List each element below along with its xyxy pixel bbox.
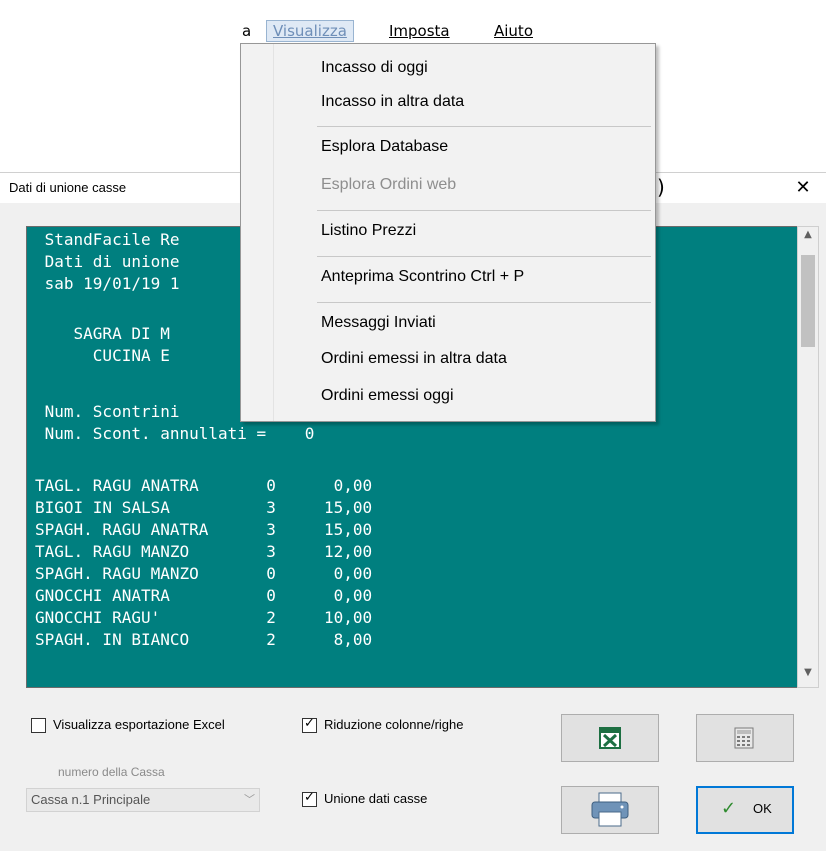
menu-item-ordini-oggi[interactable]: Ordini emessi oggi <box>321 387 454 405</box>
riduzione-checkbox[interactable]: ✓ <box>302 716 317 733</box>
riduzione-label: Riduzione colonne/righe <box>324 717 464 732</box>
excel-icon <box>599 727 621 749</box>
menu-item-messaggi-inviati[interactable]: Messaggi Inviati <box>321 314 436 332</box>
visualizza-dropdown: Incasso di oggi Incasso in altra data Es… <box>240 43 656 422</box>
report-line: StandFacile Re <box>35 230 180 249</box>
menu-visualizza-label: Visualizza <box>273 22 347 40</box>
report-line: sab 19/01/19 1 <box>35 274 180 293</box>
calculator-icon <box>734 727 754 749</box>
report-line: TAGL. RAGU MANZO 3 12,00 <box>35 542 373 561</box>
check-icon: ✓ <box>304 716 315 731</box>
excel-export-label: Visualizza esportazione Excel <box>53 717 225 732</box>
cassa-select-value: Cassa n.1 Principale <box>31 792 151 807</box>
menu-separator <box>317 302 651 303</box>
menu-aiuto[interactable]: Aiuto <box>488 20 539 42</box>
menu-item-anteprima-scontrino[interactable]: Anteprima Scontrino Ctrl + P <box>321 268 524 286</box>
report-line: TAGL. RAGU ANATRA 0 0,00 <box>35 476 373 495</box>
menu-item-esplora-ordini-web[interactable]: Esplora Ordini web <box>321 176 456 194</box>
menu-visualizza[interactable]: Visualizza <box>266 20 354 42</box>
scroll-down-icon[interactable]: ▼ <box>798 667 818 685</box>
print-button[interactable] <box>561 786 659 834</box>
report-line: SPAGH. IN BIANCO 2 8,00 <box>35 630 373 649</box>
checkmark-icon: ✓ <box>721 798 737 819</box>
cassa-select[interactable]: Cassa n.1 Principale ﹀ <box>26 788 260 812</box>
menu-imposta[interactable]: Imposta <box>383 20 456 42</box>
menu-item-listino-prezzi[interactable]: Listino Prezzi <box>321 222 416 240</box>
excel-export-button[interactable] <box>561 714 659 762</box>
scroll-thumb[interactable] <box>801 255 815 347</box>
menu-item-ordini-altra-data[interactable]: Ordini emessi in altra data <box>321 350 507 368</box>
check-icon: ✓ <box>304 790 315 805</box>
ok-button[interactable]: ✓ OK <box>696 786 794 834</box>
title-paren-fragment: ) <box>657 175 665 199</box>
report-line: GNOCCHI ANATRA 0 0,00 <box>35 586 373 605</box>
unione-checkbox[interactable]: ✓ <box>302 790 317 807</box>
menu-aiuto-label: Aiuto <box>494 22 533 40</box>
menu-bar: a Visualizza Imposta Aiuto <box>0 0 826 44</box>
menu-imposta-label: Imposta <box>389 22 450 40</box>
close-icon: ✕ <box>795 177 811 198</box>
menu-separator <box>317 126 651 127</box>
menu-separator <box>317 256 651 257</box>
cassa-label: numero della Cassa <box>58 765 165 779</box>
menu-item-esplora-database[interactable]: Esplora Database <box>321 138 448 156</box>
dialog-title: Dati di unione casse <box>9 180 127 195</box>
ok-button-label: OK <box>753 801 772 816</box>
excel-export-checkbox[interactable] <box>31 718 46 733</box>
report-line: SPAGH. RAGU MANZO 0 0,00 <box>35 564 373 583</box>
report-line: Num. Scontrini <box>35 402 180 421</box>
printer-icon <box>591 792 629 827</box>
close-button[interactable]: ✕ <box>780 173 826 203</box>
menu-gutter <box>241 44 274 421</box>
calculator-button[interactable] <box>696 714 794 762</box>
report-line: SPAGH. RAGU ANATRA 3 15,00 <box>35 520 373 539</box>
report-line: GNOCCHI RAGU' 2 10,00 <box>35 608 373 627</box>
menu-separator <box>317 210 651 211</box>
report-line: Num. Scont. annullati = 0 <box>35 424 315 443</box>
unione-label: Unione dati casse <box>324 791 428 806</box>
report-scrollbar[interactable]: ▲ ▼ <box>797 226 819 688</box>
scroll-up-icon[interactable]: ▲ <box>798 229 818 247</box>
report-line: Dati di unione <box>35 252 180 271</box>
report-line: BIGOI IN SALSA 3 15,00 <box>35 498 373 517</box>
chevron-down-icon: ﹀ <box>244 793 255 806</box>
menu-item-incasso-oggi[interactable]: Incasso di oggi <box>321 59 428 77</box>
menu-bar-partial-item[interactable]: a <box>236 20 257 42</box>
menu-item-incasso-altra-data[interactable]: Incasso in altra data <box>321 93 464 111</box>
report-line: CUCINA E <box>35 346 170 365</box>
report-line: SAGRA DI M <box>35 324 170 343</box>
